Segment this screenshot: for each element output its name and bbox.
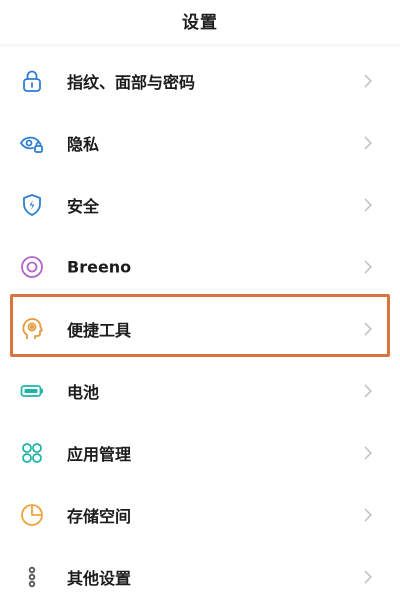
settings-item-app-management[interactable]: 应用管理 xyxy=(0,422,400,484)
settings-item-label: 应用管理 xyxy=(67,445,132,464)
header-divider xyxy=(0,44,400,48)
chevron-right-icon xyxy=(364,384,373,398)
settings-item-label: 安全 xyxy=(67,197,100,216)
chevron-right-icon xyxy=(364,322,373,336)
settings-item-fingerprint-face-password[interactable]: 指纹、面部与密码 xyxy=(0,50,400,112)
pie-chart-icon xyxy=(17,500,47,530)
chevron-right-icon xyxy=(364,74,373,88)
battery-icon xyxy=(17,376,47,406)
chevron-right-icon xyxy=(364,570,373,584)
page-title: 设置 xyxy=(182,12,218,33)
settings-item-label: 便捷工具 xyxy=(67,321,132,340)
breeno-circle-icon xyxy=(17,252,47,282)
eye-lock-icon xyxy=(17,128,47,158)
settings-item-security[interactable]: 安全 xyxy=(0,174,400,236)
settings-item-label: 电池 xyxy=(67,383,100,402)
settings-item-storage[interactable]: 存储空间 xyxy=(0,484,400,546)
title-bar: 设置 xyxy=(0,0,400,40)
shield-bolt-icon xyxy=(17,190,47,220)
chevron-right-icon xyxy=(364,260,373,274)
chevron-right-icon xyxy=(364,198,373,212)
chevron-right-icon xyxy=(364,136,373,150)
settings-item-privacy[interactable]: 隐私 xyxy=(0,112,400,174)
settings-item-breeno[interactable]: Breeno xyxy=(0,236,400,298)
settings-item-convenient-tools[interactable]: 便捷工具 xyxy=(0,298,400,360)
settings-item-label: 其他设置 xyxy=(67,569,132,588)
settings-item-label: Breeno xyxy=(67,257,132,277)
settings-item-battery[interactable]: 电池 xyxy=(0,360,400,422)
chevron-right-icon xyxy=(364,446,373,460)
settings-item-label: 隐私 xyxy=(67,135,100,154)
more-dots-icon xyxy=(17,562,47,592)
apps-grid-icon xyxy=(17,438,47,468)
chevron-right-icon xyxy=(364,508,373,522)
settings-item-label: 指纹、面部与密码 xyxy=(67,73,196,92)
lock-icon xyxy=(17,66,47,96)
settings-item-label: 存储空间 xyxy=(67,507,132,526)
head-gear-icon xyxy=(17,314,47,344)
settings-item-other-settings[interactable]: 其他设置 xyxy=(0,546,400,608)
